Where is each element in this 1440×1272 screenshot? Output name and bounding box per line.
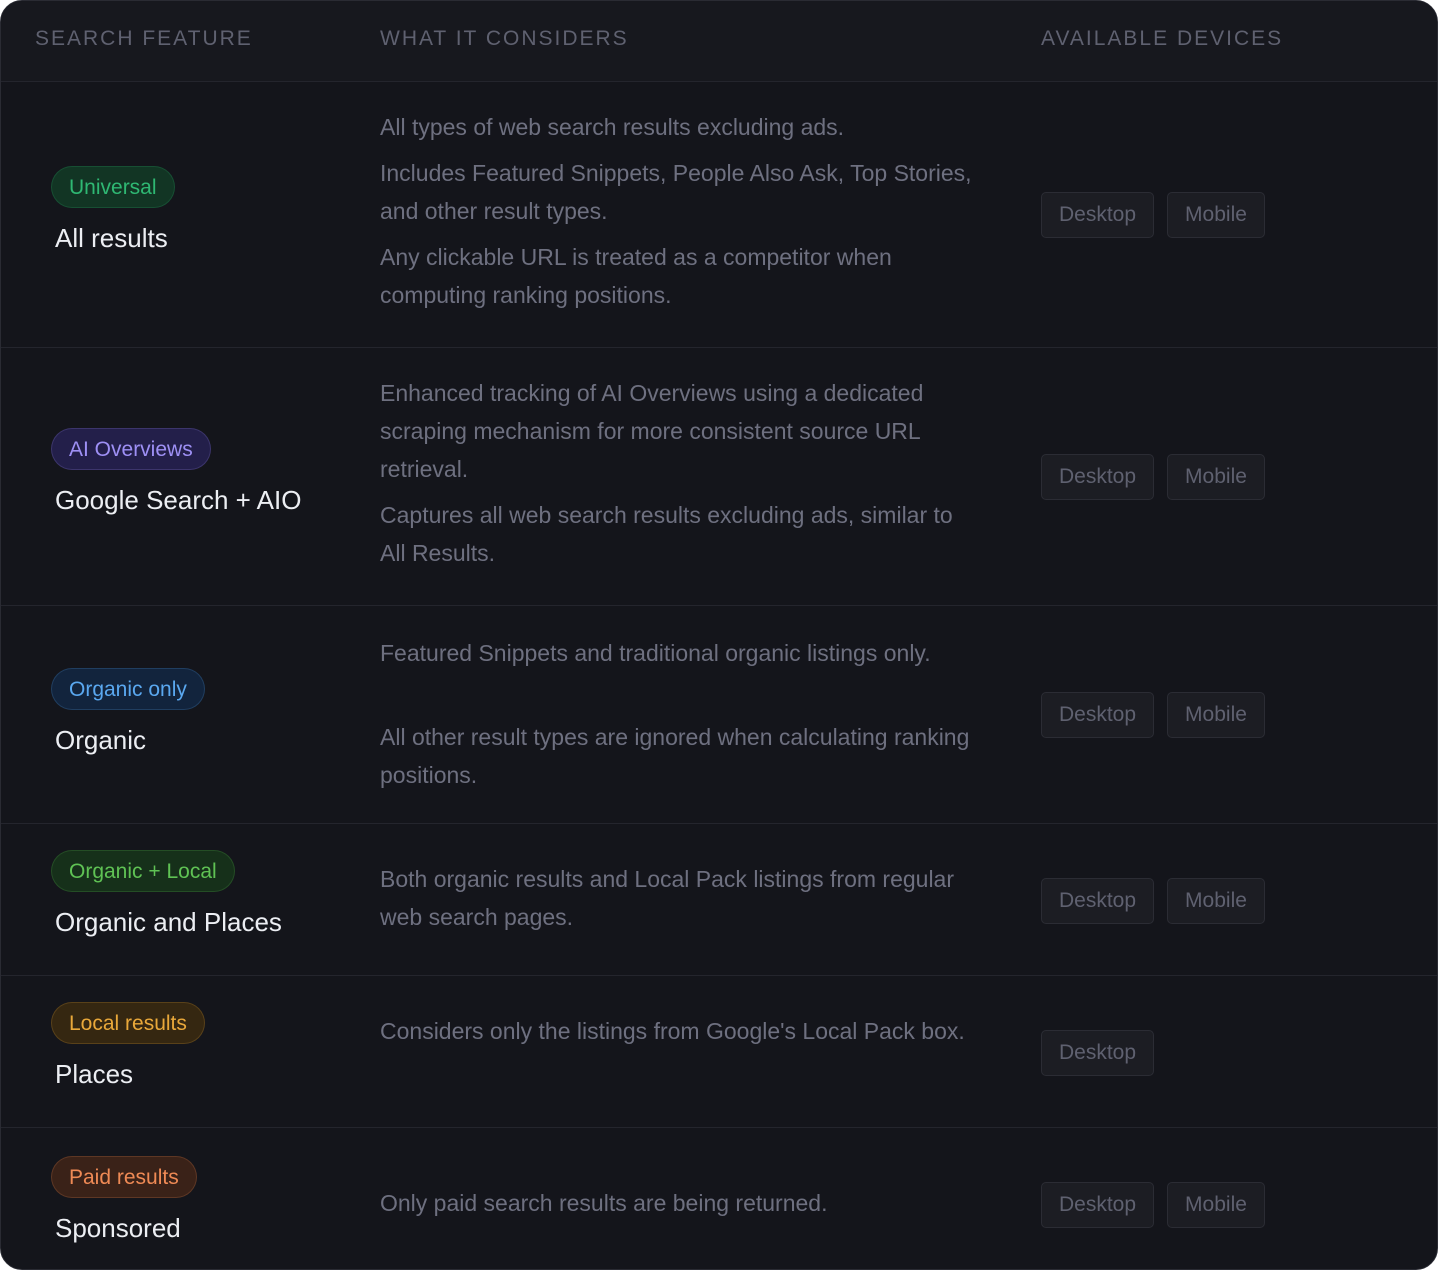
devices-cell: Desktop Mobile: [1041, 878, 1265, 924]
description-cell: Considers only the listings from Google'…: [380, 1012, 980, 1050]
device-tag-mobile: Mobile: [1167, 878, 1265, 924]
device-tag-mobile: Mobile: [1167, 1182, 1265, 1228]
description-cell: Only paid search results are being retur…: [380, 1184, 980, 1222]
feature-badge: Local results: [51, 1002, 205, 1044]
device-tag-desktop: Desktop: [1041, 454, 1155, 500]
devices-cell: Desktop Mobile: [1041, 192, 1265, 238]
description-cell: All types of web search results excludin…: [380, 108, 980, 314]
table-row: Organic only Organic Featured Snippets and…: [1, 606, 1437, 824]
feature-cell: AI Overviews Google Search + AIO: [51, 428, 301, 516]
feature-name: All results: [55, 223, 168, 253]
description-text: Enhanced tracking of AI Overviews using …: [380, 380, 924, 482]
table-header: SEARCH FEATURE WHAT IT CONSIDERS AVAILAB…: [1, 1, 1437, 82]
feature-name: Sponsored: [55, 1213, 181, 1243]
feature-badge: Universal: [51, 166, 175, 208]
feature-cell: Organic only Organic: [51, 668, 205, 756]
table-body: Universal All results All types of web sea…: [1, 82, 1437, 1269]
table-row: Paid results Sponsored Only paid search re…: [1, 1128, 1437, 1269]
devices-cell: Desktop Mobile: [1041, 454, 1265, 500]
feature-badge: Organic only: [51, 668, 205, 710]
feature-cell: Paid results Sponsored: [51, 1156, 197, 1244]
description-cell: Both organic results and Local Pack list…: [380, 860, 980, 936]
description-text: Any clickable URL is treated as a compet…: [380, 244, 892, 308]
description-text: Featured Snippets and traditional organi…: [380, 640, 931, 666]
feature-name: Places: [55, 1059, 134, 1089]
device-tag-desktop: Desktop: [1041, 1182, 1155, 1228]
description-text: Captures all web search results excludin…: [380, 502, 953, 566]
feature-badge: Paid results: [51, 1156, 197, 1198]
device-tag-mobile: Mobile: [1167, 192, 1265, 238]
description-text: All other result types are ignored when …: [380, 724, 970, 788]
description-cell: Featured Snippets and traditional organi…: [380, 634, 980, 794]
feature-badge: AI Overviews: [51, 428, 211, 470]
table-row: Local results Places Considers only the li…: [1, 976, 1437, 1128]
feature-cell: Universal All results: [51, 166, 175, 254]
devices-cell: Desktop Mobile: [1041, 1182, 1265, 1228]
description-text: Considers only the listings from Google'…: [380, 1018, 965, 1044]
header-search-feature: SEARCH FEATURE: [35, 27, 253, 50]
devices-cell: Desktop: [1041, 1030, 1155, 1076]
devices-cell: Desktop Mobile: [1041, 692, 1265, 738]
feature-cell: Organic + Local Organic and Places: [51, 850, 282, 938]
feature-name: Organic: [55, 725, 147, 755]
feature-name: Google Search + AIO: [55, 485, 302, 515]
description-text: All types of web search results excludin…: [380, 114, 845, 140]
description-text: Both organic results and Local Pack list…: [380, 866, 955, 930]
table-row: Universal All results All types of web sea…: [1, 82, 1437, 348]
device-tag-desktop: Desktop: [1041, 1030, 1155, 1076]
table-row: Organic + Local Organic and Places Both or…: [1, 824, 1437, 976]
description-text: Only paid search results are being retur…: [380, 1190, 828, 1216]
table-row: AI Overviews Google Search + AIO Enhanced …: [1, 348, 1437, 606]
device-tag-mobile: Mobile: [1167, 454, 1265, 500]
feature-badge: Organic + Local: [51, 850, 235, 892]
device-tag-desktop: Desktop: [1041, 692, 1155, 738]
header-available-devices: AVAILABLE DEVICES: [1041, 27, 1284, 50]
search-features-table: SEARCH FEATURE WHAT IT CONSIDERS AVAILAB…: [0, 0, 1438, 1270]
description-text: Includes Featured Snippets, People Also …: [380, 160, 972, 224]
device-tag-desktop: Desktop: [1041, 878, 1155, 924]
device-tag-desktop: Desktop: [1041, 192, 1155, 238]
feature-cell: Local results Places: [51, 1002, 205, 1090]
feature-name: Organic and Places: [55, 907, 282, 937]
device-tag-mobile: Mobile: [1167, 692, 1265, 738]
header-what-it-considers: WHAT IT CONSIDERS: [380, 27, 629, 50]
description-cell: Enhanced tracking of AI Overviews using …: [380, 374, 980, 572]
